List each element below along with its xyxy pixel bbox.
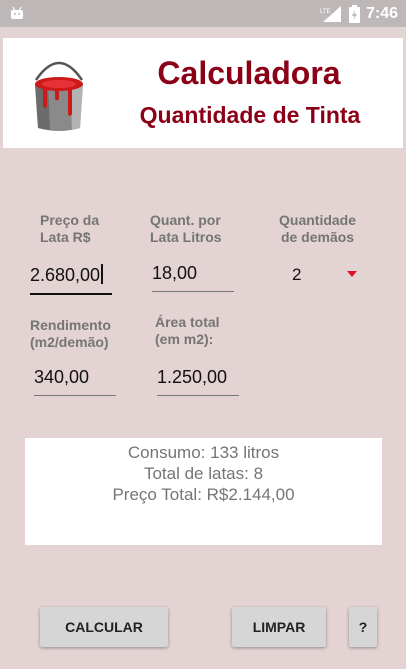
area-label: Área total (em m2): xyxy=(155,314,220,347)
battery-icon xyxy=(348,5,360,23)
preco-label: Preço da Lata R$ xyxy=(40,212,100,245)
paint-bucket-icon xyxy=(34,61,84,131)
text-cursor xyxy=(101,264,104,284)
quant-input[interactable]: 18,00 xyxy=(152,261,234,292)
rendimento-label: Rendimento (m2/demão) xyxy=(30,317,111,350)
quant-label: Quant. por Lata Litros xyxy=(150,212,222,245)
help-button[interactable]: ? xyxy=(349,607,377,647)
android-icon xyxy=(11,6,23,19)
preco-total-text: Preço Total: R$2.144,00 xyxy=(112,485,295,504)
consumo-text: Consumo: 133 litros xyxy=(127,443,280,462)
app-subtitle: Quantidade de Tinta xyxy=(139,102,361,128)
demaos-label: Quantidade de demãos xyxy=(279,212,357,245)
status-bar: LTE 7:46 xyxy=(0,0,406,27)
app-title: Calculadora xyxy=(157,55,341,91)
clock: 7:46 xyxy=(365,5,398,22)
lte-signal-icon: LTE xyxy=(320,6,341,22)
dropdown-arrow-icon[interactable] xyxy=(347,271,357,277)
area-input[interactable]: 1.250,00 xyxy=(157,365,239,396)
total-latas-text: Total de latas: 8 xyxy=(143,464,264,483)
preco-input[interactable]: 2.680,00 xyxy=(30,263,112,295)
result-panel: Consumo: 133 litros Total de latas: 8 Pr… xyxy=(25,438,382,545)
app-header: Calculadora Quantidade de Tinta xyxy=(3,38,403,148)
calcular-button[interactable]: CALCULAR xyxy=(40,607,168,647)
rendimento-input[interactable]: 340,00 xyxy=(34,365,116,396)
limpar-button[interactable]: LIMPAR xyxy=(232,607,326,647)
svg-text:LTE: LTE xyxy=(320,9,331,15)
demaos-spinner[interactable]: 2 xyxy=(292,265,301,285)
